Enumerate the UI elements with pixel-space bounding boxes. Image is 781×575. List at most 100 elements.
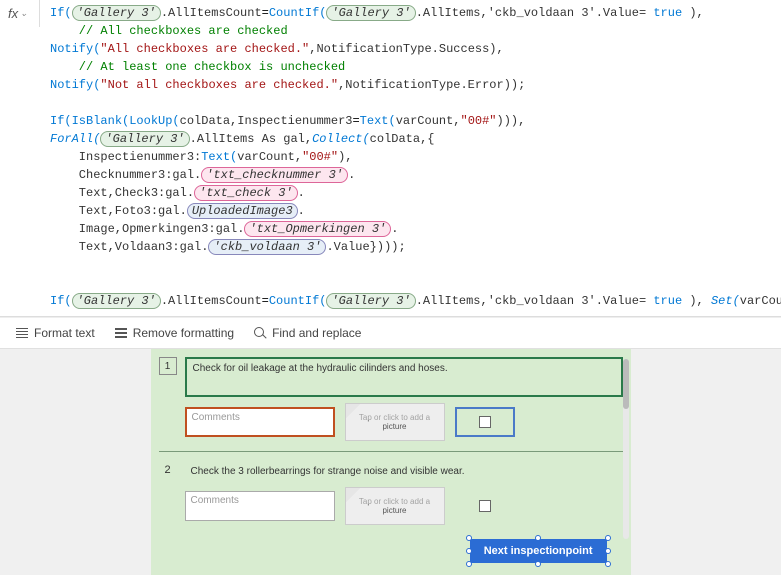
selection-handle[interactable] <box>535 561 541 567</box>
comments-input-selected[interactable]: Comments <box>185 407 335 437</box>
t: colData,Inspectienummer3 <box>180 114 353 128</box>
t: = <box>262 6 269 20</box>
t: Text( <box>360 114 396 128</box>
item-number-box[interactable]: 1 <box>159 357 177 375</box>
fx-label[interactable]: fx ⌄ <box>0 0 40 27</box>
selection-handle[interactable] <box>605 535 611 541</box>
t: Text( <box>201 150 237 164</box>
selection-handle[interactable] <box>466 548 472 554</box>
gallery3-pill: 'Gallery 3' <box>326 5 415 21</box>
pill: UploadedImage3 <box>187 203 298 219</box>
formula-bar-row: fx ⌄ If('Gallery 3'.AllItemsCount=CountI… <box>0 0 781 317</box>
selection-handle[interactable] <box>605 548 611 554</box>
num: 2 <box>164 464 170 476</box>
t: Text,Voldaan3:gal. <box>50 240 208 254</box>
label: Format text <box>34 326 95 340</box>
t: Text,Check3:gal. <box>50 186 194 200</box>
divider <box>159 451 623 452</box>
ph: Comments <box>192 412 240 423</box>
t: ,NotificationType.Error)); <box>338 78 525 92</box>
t: true <box>653 6 682 20</box>
t: colData,{ <box>370 132 435 146</box>
formula-editor[interactable]: If('Gallery 3'.AllItemsCount=CountIf('Ga… <box>40 0 781 316</box>
remove-formatting-icon <box>115 328 127 338</box>
t: If( <box>50 294 72 308</box>
t: Notify( <box>50 42 100 56</box>
formula-toolbar: Format text Remove formatting Find and r… <box>0 317 781 349</box>
t: . <box>391 222 398 236</box>
t: CountIf( <box>269 6 327 20</box>
t: "00#" <box>461 114 497 128</box>
t: .Value= <box>596 6 654 20</box>
selection-handle[interactable] <box>605 561 611 567</box>
t: .AllItems As gal, <box>190 132 312 146</box>
t: Image,Opmerkingen3:gal. <box>50 222 244 236</box>
pill: 'txt_checknummer 3' <box>201 167 348 183</box>
description-selected[interactable]: Check for oil leakage at the hydraulic c… <box>185 357 623 397</box>
checkbox-wrap[interactable] <box>455 491 515 521</box>
comments-input[interactable]: Comments <box>185 491 335 521</box>
t: LookUp( <box>129 114 179 128</box>
t: Inspectienummer3: <box>50 150 201 164</box>
find-replace-button[interactable]: Find and replace <box>254 326 361 340</box>
ph: Comments <box>191 495 239 506</box>
label: Find and replace <box>272 326 361 340</box>
app-canvas: 1 Check for oil leakage at the hydraulic… <box>151 349 631 575</box>
t: If( <box>50 6 72 20</box>
t: ForAll( <box>50 132 100 146</box>
t: Checknummer3:gal. <box>50 168 201 182</box>
search-icon <box>254 327 266 339</box>
t: 'ckb_voldaan 3' <box>488 294 596 308</box>
scrollbar-thumb[interactable] <box>623 359 629 409</box>
selection-handle[interactable] <box>466 561 472 567</box>
t: "All checkboxes are checked." <box>100 42 309 56</box>
pill: 'txt_Opmerkingen 3' <box>244 221 391 237</box>
t: Collect( <box>312 132 370 146</box>
t: Notify( <box>50 78 100 92</box>
image-upload-2[interactable]: Tap or click to add a picture <box>345 487 445 525</box>
gallery3-pill: 'Gallery 3' <box>72 5 161 21</box>
controls-row-1: Comments Tap or click to add a picture <box>185 403 623 441</box>
t: varCount, <box>237 150 302 164</box>
t: ), <box>682 6 704 20</box>
t: Set( <box>711 294 740 308</box>
t: .Value}))); <box>326 240 405 254</box>
t: . <box>298 186 305 200</box>
ut: Tap or click to add a picture <box>352 497 438 515</box>
t: = <box>262 294 269 308</box>
format-text-button[interactable]: Format text <box>16 326 95 340</box>
t: Text,Foto3:gal. <box>50 204 187 218</box>
controls-row-2: Comments Tap or click to add a picture <box>185 487 623 525</box>
checkbox-icon <box>479 500 491 512</box>
t: ))), <box>497 114 526 128</box>
t: varCount,varCount <box>740 294 781 308</box>
selection-handle[interactable] <box>535 535 541 541</box>
t: . <box>348 168 355 182</box>
t: "00#" <box>302 150 338 164</box>
ut: Tap or click to add a picture <box>352 413 438 431</box>
t: varCount, <box>396 114 461 128</box>
t: If( <box>50 114 72 128</box>
num: 1 <box>165 361 171 372</box>
canvas-wrap: 1 Check for oil leakage at the hydraulic… <box>0 349 781 575</box>
gallery-item-1: 1 Check for oil leakage at the hydraulic… <box>159 357 623 397</box>
t: 'ckb_voldaan 3' <box>488 6 596 20</box>
remove-formatting-button[interactable]: Remove formatting <box>115 326 234 340</box>
checkbox-wrap-selected[interactable] <box>455 407 515 437</box>
next-inspection-button[interactable]: Next inspectionpoint <box>470 539 607 563</box>
t: IsBlank( <box>72 114 130 128</box>
comment: // All checkboxes are checked <box>50 24 288 38</box>
t: .AllItemsCount <box>161 6 262 20</box>
label: Next inspectionpoint <box>484 545 593 557</box>
pill: 'txt_check 3' <box>194 185 298 201</box>
chevron-down-icon: ⌄ <box>20 8 28 19</box>
image-upload-1[interactable]: Tap or click to add a picture <box>345 403 445 441</box>
selection-handle[interactable] <box>466 535 472 541</box>
checkbox-icon <box>479 416 491 428</box>
desc: Check for oil leakage at the hydraulic c… <box>193 363 448 374</box>
t: ), <box>338 150 352 164</box>
label: Remove formatting <box>133 326 234 340</box>
description: Check the 3 rollerbearrings for strange … <box>185 462 623 481</box>
format-text-icon <box>16 328 28 338</box>
item-number: 2 <box>159 462 177 481</box>
